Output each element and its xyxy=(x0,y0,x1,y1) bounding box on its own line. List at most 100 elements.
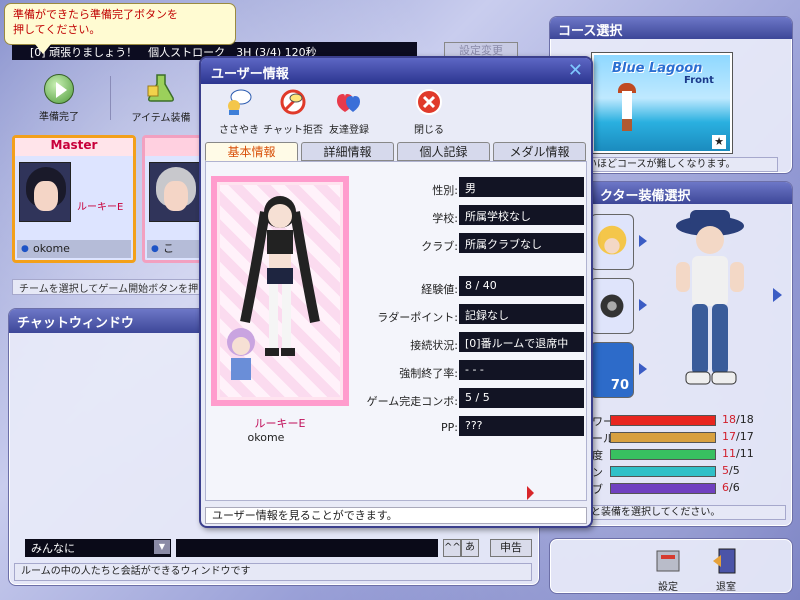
field-value-school: 所属学校なし xyxy=(459,205,584,225)
field-label-exp: 経験値: xyxy=(421,283,458,296)
ready-tooltip: 準備ができたら準備完了ボタンを 押してください。 xyxy=(4,3,236,54)
field-value-pp: ??? xyxy=(459,416,584,436)
chat-hint: ルームの中の人たちと会話ができるウィンドウです xyxy=(14,563,532,581)
equip-thumb-hair[interactable] xyxy=(590,214,647,270)
play-icon xyxy=(44,74,74,104)
gear-item-icon xyxy=(600,294,624,318)
stat-value: 6/6 xyxy=(722,481,740,494)
field-label-connection: 接続状況: xyxy=(410,339,458,352)
dialog-status: ユーザー情報を見ることができます。 xyxy=(205,507,587,524)
dialog-title: ユーザー情報 ✕ xyxy=(201,58,591,84)
avatar-rank: ルーキーE xyxy=(254,417,306,430)
settings-icon xyxy=(656,550,680,572)
settings-button[interactable]: 設定 xyxy=(646,547,690,593)
course-thumbnail[interactable]: Blue Lagoon Front ★ xyxy=(592,53,732,153)
close-dialog-button[interactable]: 閉じる xyxy=(397,88,461,136)
tab-basic-info[interactable]: 基本情報 xyxy=(205,142,298,161)
stat-bar xyxy=(610,483,716,494)
tab-detail-info[interactable]: 詳細情報 xyxy=(301,142,394,161)
item-equip-label: アイテム装備 xyxy=(131,113,191,124)
slot-title: Master xyxy=(15,138,133,156)
exit-door-icon xyxy=(713,548,736,574)
add-friend-label: 友達登録 xyxy=(329,125,369,136)
avatar xyxy=(227,196,320,380)
block-chat-icon xyxy=(280,89,306,115)
exit-room-button[interactable]: 退室 xyxy=(704,547,748,593)
friend-heart-icon xyxy=(337,94,360,112)
star-icon: ★ xyxy=(712,135,726,149)
report-button[interactable]: 申告 xyxy=(490,539,532,557)
chat-target-select[interactable]: みんなに ▼ xyxy=(25,539,171,557)
field-label-gender: 性別: xyxy=(432,184,458,197)
input-mode-toggle: ^^ あ xyxy=(443,539,483,557)
stat-bar xyxy=(610,466,716,477)
player-rank: ルーキーE xyxy=(77,202,124,213)
whisper-icon xyxy=(228,89,252,115)
exit-label: 退室 xyxy=(716,582,736,593)
player-slot-1[interactable]: Master ルーキーE okome xyxy=(12,135,136,263)
user-info-dialog: ユーザー情報 ✕ ささやき チャット拒否 友達登録 閉じる 基本情報 詳細情報 … xyxy=(199,56,593,528)
stat-bar-fill xyxy=(611,467,715,476)
course-panel-title: コース選択 xyxy=(550,17,792,39)
equip-thumb-item[interactable] xyxy=(590,278,647,334)
field-value-club: 所属クラブなし xyxy=(459,233,584,253)
field-label-school: 学校: xyxy=(432,212,458,225)
player-portrait xyxy=(149,162,201,222)
field-label-ladder: ラダーポイント: xyxy=(377,311,458,324)
dialog-title-text: ユーザー情報 xyxy=(211,67,289,82)
chevron-down-icon[interactable]: ▼ xyxy=(154,540,170,554)
field-label-combo: ゲーム完走コンボ: xyxy=(366,395,458,408)
field-value-combo: 5 / 5 xyxy=(459,388,584,408)
stat-bar xyxy=(610,415,716,426)
character-figure xyxy=(676,210,744,385)
tooltip-line-2: 押してください。 xyxy=(13,23,101,36)
stat-bar-fill xyxy=(611,416,715,425)
close-icon[interactable]: ✕ xyxy=(568,60,583,81)
chevron-right-icon[interactable] xyxy=(773,288,782,302)
avatar-frame xyxy=(211,176,349,406)
caret-mode-button[interactable]: ^^ xyxy=(443,539,461,557)
ready-label: 準備完了 xyxy=(39,112,79,123)
dialog-toolbar: ささやき チャット拒否 友達登録 閉じる xyxy=(201,84,591,141)
field-label-pp: PP: xyxy=(441,421,458,434)
lighthouse-body xyxy=(622,91,632,131)
stat-value: 17/17 xyxy=(722,430,754,443)
kana-mode-button[interactable]: あ xyxy=(461,539,479,557)
room-actions-panel: 設定 退室 xyxy=(549,538,793,594)
stat-value: 11/11 xyxy=(722,447,754,460)
course-subname: Front xyxy=(684,75,714,86)
field-value-ladder: 記録なし xyxy=(459,304,584,324)
stat-row: 度 11/11 xyxy=(586,446,786,463)
field-value-gender: 男 xyxy=(459,177,584,197)
character-hint: と装備を選択してください。 xyxy=(586,505,786,520)
equip-thumb-level[interactable]: 70 xyxy=(590,342,647,398)
course-name: Blue Lagoon xyxy=(612,61,703,76)
level-value: 70 xyxy=(610,378,629,393)
stat-bar xyxy=(610,449,716,460)
block-chat-label: チャット拒否 xyxy=(263,125,323,136)
course-hint: が多いほどコースが難しくなります。 xyxy=(562,157,778,172)
chevron-right-icon xyxy=(639,235,647,247)
stat-bar-fill xyxy=(611,450,715,459)
tab-personal-record[interactable]: 個人記録 xyxy=(397,142,490,161)
field-value-exp: 8 / 40 xyxy=(459,276,584,296)
stat-bar-fill xyxy=(611,484,715,493)
mouse-cursor xyxy=(527,486,534,500)
portrait-face xyxy=(164,181,188,211)
chat-input[interactable] xyxy=(176,539,438,557)
hair-icon xyxy=(597,225,627,255)
ready-button[interactable]: 準備完了 xyxy=(28,74,90,123)
portrait-face xyxy=(34,181,58,211)
chat-target-value: みんなに xyxy=(31,542,75,555)
basic-info-panel: ルーキーE okome 性別: 男 学校: 所属学校なし クラブ: 所属クラブな… xyxy=(205,161,587,501)
block-chat-button[interactable]: チャット拒否 xyxy=(261,88,325,136)
item-equip-button[interactable]: アイテム装備 xyxy=(124,72,198,124)
tab-medal-info[interactable]: メダル情報 xyxy=(493,142,586,161)
field-label-club: クラブ: xyxy=(421,240,458,253)
add-friend-button[interactable]: 友達登録 xyxy=(317,88,381,136)
stat-row: ブ 6/6 xyxy=(586,480,786,497)
player-portrait xyxy=(19,162,71,222)
stat-row: ール 17/17 xyxy=(586,429,786,446)
toolbar-divider xyxy=(110,76,111,120)
stat-row: ワー 18/18 xyxy=(586,412,786,429)
